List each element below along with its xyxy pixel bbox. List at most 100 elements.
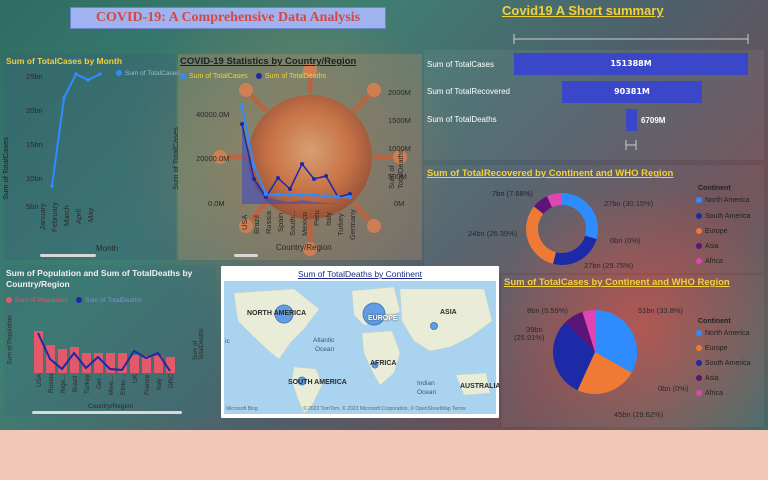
map-label-atlantic-2: Ocean: [315, 346, 335, 353]
country-xtick-6: Peru: [312, 210, 321, 226]
pop-xtick-11: DRC: [168, 373, 175, 388]
country-chart-ylabel-left: Sum of TotalCases: [170, 127, 180, 190]
country-xtick-2: Russia: [264, 211, 273, 234]
country-chart-scrollbar[interactable]: [234, 254, 258, 257]
country-legend-cases-label: Sum of TotalCases: [189, 73, 248, 80]
recovered-label-top-left: 7bn (7.68%): [492, 189, 533, 198]
month-xtick-3: April: [74, 208, 83, 224]
summary-bar-recovered[interactable]: 90381M: [562, 81, 702, 103]
pop-xtick-2: Nige...: [60, 374, 67, 393]
recovered-chart-panel: Sum of TotalRecovered by Continent and W…: [424, 165, 764, 273]
cases-label-bottom: 45bn (29.62%): [614, 410, 664, 419]
map-label-indian-2: Ocean: [417, 389, 437, 396]
pop-xtick-7: Ethio...: [120, 374, 127, 395]
cases-legend-3[interactable]: Asia: [696, 375, 719, 382]
country-xtick-3: Spain: [276, 212, 285, 232]
pop-xtick-10: Italy: [156, 378, 163, 390]
country-chart-title: COVID-19 Statistics by Country/Region: [180, 56, 357, 67]
cases-legend-1-label: Europe: [705, 345, 728, 352]
map-label-indian-1: Indian: [417, 380, 435, 387]
summary-label-deaths: Sum of TotalDeaths: [427, 115, 497, 124]
recovered-legend-0[interactable]: North America: [696, 197, 749, 204]
summary-label-recovered: Sum of TotalRecovered: [427, 87, 511, 96]
summary-label-cases: Sum of TotalCases: [427, 60, 494, 69]
bottom-band: [0, 430, 768, 480]
cases-legend-1[interactable]: Europe: [696, 345, 728, 352]
country-plot: [240, 104, 352, 204]
population-chart-scrollbar[interactable]: [32, 411, 182, 414]
cases-chart-title: Sum of TotalCases by Continent and WHO R…: [504, 277, 730, 288]
map-bubble-asia: [430, 322, 438, 330]
recovered-legend-2[interactable]: Europe: [696, 228, 728, 235]
pop-xtick-4: Turkey: [84, 374, 91, 394]
population-legend-pop: Sum of Population: [6, 297, 68, 304]
summary-panel: Sum of TotalCases Sum of TotalRecovered …: [424, 50, 764, 160]
month-ytick-4: 5bn: [26, 202, 39, 211]
recovered-legend-3-label: Asia: [705, 243, 719, 250]
country-legend-deaths-label: Sum of TotalDeaths: [265, 73, 326, 80]
recovered-label-right: 27bn (30.15%): [604, 199, 654, 208]
recovered-chart-title: Sum of TotalRecovered by Continent and W…: [427, 168, 674, 179]
country-xtick-0: USA: [240, 214, 249, 230]
map-panel[interactable]: Sum of TotalDeaths by Continent NORTH AM…: [221, 266, 500, 418]
recovered-label-mid-right: 0bn (0%): [610, 236, 641, 245]
country-ytick-r1: 1500M: [388, 116, 411, 125]
cases-legend-2[interactable]: South America: [696, 360, 751, 367]
pop-xtick-5: Ger...: [96, 373, 103, 389]
cases-legend-4[interactable]: Africa: [696, 390, 723, 397]
map-label-asia: ASIA: [440, 309, 457, 316]
month-chart-xlabel: Month: [96, 244, 119, 253]
recovered-legend-0-label: North America: [705, 197, 750, 204]
population-legend-deaths-label: Sum of TotalDeaths: [85, 297, 142, 304]
summary-value-deaths: 6709M: [641, 116, 666, 125]
cases-label-top-left: 8bn (5.59%): [527, 306, 568, 315]
cases-chart-panel: Sum of TotalCases by Continent and WHO R…: [502, 275, 764, 427]
cases-pie: [553, 309, 638, 394]
month-ytick-3: 10bn: [26, 174, 43, 183]
world-map[interactable]: [224, 281, 496, 414]
page-title: COVID-19: A Comprehensive Data Analysis: [70, 7, 386, 29]
recovered-legend-2-label: Europe: [705, 228, 728, 235]
map-copyright: © 2023 TomTom, © 2023 Microsoft Corporat…: [303, 406, 466, 412]
summary-bar-deaths[interactable]: [626, 109, 637, 131]
recovered-legend-title: Continent: [698, 185, 731, 192]
cases-legend-4-label: Africa: [705, 390, 723, 397]
summary-slider[interactable]: [512, 33, 752, 45]
map-label-pacific: ic: [225, 338, 230, 345]
country-xtick-7: Italy: [324, 212, 333, 226]
pop-xtick-6: Mexi...: [108, 375, 115, 395]
population-ylabel-right: Sum of TotalDeaths: [193, 328, 205, 360]
recovered-donut: [526, 193, 599, 265]
month-xtick-0: January: [38, 203, 47, 230]
summary-bottom-handle[interactable]: [624, 138, 638, 152]
month-chart-scrollbar[interactable]: [40, 254, 96, 257]
population-plot: [34, 331, 175, 373]
cases-legend-0[interactable]: North America: [696, 330, 749, 337]
country-ytick-r2: 1000M: [388, 144, 411, 153]
country-xtick-9: Germany: [348, 209, 357, 240]
month-chart-panel: Sum of TotalCases by Month Sum of TotalC…: [1, 54, 179, 260]
month-line-plot: [50, 72, 102, 188]
country-ytick-l1: 20000.0M: [196, 154, 230, 163]
recovered-legend-1-label: South America: [705, 213, 751, 220]
country-xtick-4: South...: [288, 210, 297, 236]
map-bing-logo: Microsoft Bing: [226, 406, 258, 412]
pop-xtick-3: Brazil: [72, 375, 79, 392]
country-xtick-1: Brazil: [252, 215, 261, 234]
summary-bar-cases[interactable]: 151388M: [514, 53, 748, 75]
month-ytick-0: 25bn: [26, 72, 43, 81]
population-chart-panel: Sum of Population and Sum of TotalDeaths…: [4, 265, 216, 417]
cases-legend-0-label: North America: [705, 330, 750, 337]
recovered-legend-1[interactable]: South America: [696, 213, 751, 220]
month-xtick-2: March: [62, 205, 71, 226]
country-chart-panel: COVID-19 Statistics by Country/Region Su…: [171, 54, 422, 260]
recovered-legend-4[interactable]: Africa: [696, 258, 723, 265]
country-legend-cases: Sum of TotalCases: [180, 73, 248, 80]
recovered-legend-3[interactable]: Asia: [696, 243, 719, 250]
summary-title: Covid19 A Short summary: [502, 3, 664, 18]
cases-label-right: 51bn (33.8%): [638, 306, 684, 315]
recovered-label-left: 24bn (26.39%): [468, 229, 518, 238]
population-legend-deaths: Sum of TotalDeaths: [76, 297, 142, 304]
country-ytick-r0: 2000M: [388, 88, 411, 97]
cases-label-left-2: (25.91%): [514, 333, 545, 342]
